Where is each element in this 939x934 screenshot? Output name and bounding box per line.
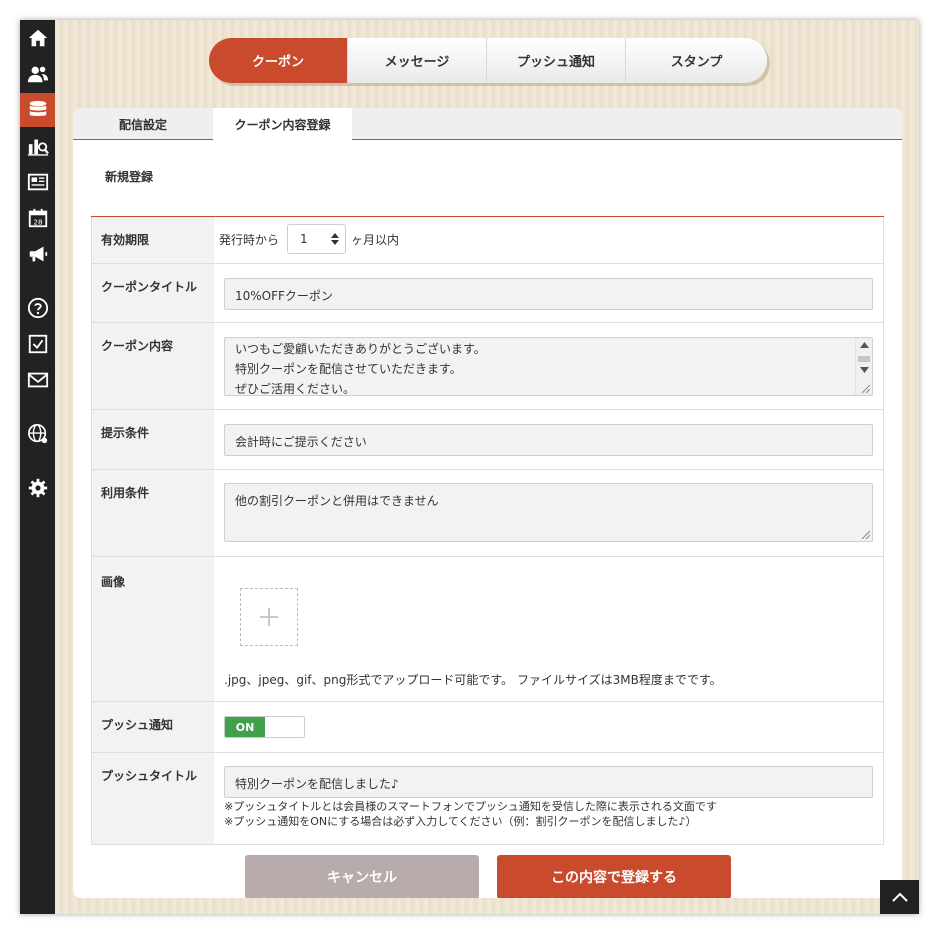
coupon-content-line: いつもご愛顧いただきありがとうございます。 [235,342,486,356]
subtab-delivery-settings[interactable]: 配信設定 [73,108,213,140]
sub-tab-bar: 配信設定 クーポン内容登録 [73,108,902,141]
sidebar-item-help[interactable] [20,291,55,325]
help-icon [27,297,48,319]
scrollbar-thumb[interactable] [858,356,870,362]
image-upload-box[interactable] [240,588,298,646]
megaphone-icon [29,246,47,262]
checkbox-icon [28,334,47,354]
sidebar-item-database[interactable] [20,93,55,127]
chevron-up-icon [891,892,908,902]
row-usage-condition: 利用条件 他の割引クーポンと併用はできません [91,470,884,557]
push-title-label: プッシュタイトル [92,753,214,844]
sidebar-item-news[interactable] [20,165,55,199]
push-notification-label: プッシュ通知 [92,702,214,752]
validity-label: 有効期限 [92,217,214,263]
push-title-note: ※プッシュ通知をONにする場合は必ず入力してください（例：割引クーポンを配信しま… [224,815,697,828]
tab-coupon[interactable]: クーポン [209,38,348,83]
scroll-up-icon[interactable] [860,342,869,348]
coupon-content-line: 特別クーポンを配信させていただきます。 [235,362,462,376]
database-icon [29,100,46,116]
tab-push-notification[interactable]: プッシュ通知 [487,38,626,83]
sidebar: 28 [20,20,55,914]
row-push-title: プッシュタイトル 特別クーポンを配信しました♪ ※プッシュタイトルとは会員様のス… [91,753,884,845]
tab-stamp[interactable]: スタンプ [626,38,767,83]
push-title-input[interactable]: 特別クーポンを配信しました♪ [224,766,873,798]
sidebar-item-analytics[interactable] [20,129,55,163]
row-push-notification: プッシュ通知 ON [91,702,884,753]
row-coupon-content: クーポン内容 いつもご愛顧いただきありがとうございます。 特別クーポンを配信させ… [91,323,884,410]
textarea-scrollbar[interactable] [855,338,872,395]
users-icon [27,66,48,83]
tab-message[interactable]: メッセージ [348,38,487,83]
image-format-note: .jpg、jpeg、gif、png形式でアップロード可能です。 ファイルサイズは… [224,673,722,687]
coupon-content-line: ぜひご活用ください。 [235,382,356,396]
cancel-button[interactable]: キャンセル [245,855,479,898]
sidebar-item-announcements[interactable] [20,237,55,271]
coupon-form: 有効期限 発行時から 1 ヶ月以内 クーポンタイトル 10%OFFクーポン クー… [91,216,884,845]
subtab-coupon-content[interactable]: クーポン内容登録 [213,108,352,141]
scroll-down-icon[interactable] [860,367,869,373]
top-tab-bar: クーポン メッセージ プッシュ通知 スタンプ [209,38,767,83]
coupon-content-textarea[interactable]: いつもご愛顧いただきありがとうございます。 特別クーポンを配信させていただきます… [224,337,873,396]
presentation-condition-label: 提示条件 [92,410,214,469]
sidebar-item-calendar[interactable]: 28 [20,201,55,235]
coupon-title-input[interactable]: 10%OFFクーポン [224,278,873,310]
row-validity: 有効期限 発行時から 1 ヶ月以内 [91,217,884,264]
validity-suffix: ヶ月以内 [351,233,400,247]
push-notification-toggle[interactable]: ON [224,716,305,738]
push-title-note: ※プッシュタイトルとは会員様のスマートフォンでプッシュ通知を受信した際に表示され… [224,800,717,813]
resize-grip-icon[interactable] [861,384,870,393]
content-panel: 配信設定 クーポン内容登録 新規登録 有効期限 発行時から 1 ヶ月以内 クーポ [73,108,902,898]
submit-button[interactable]: この内容で登録する [497,855,731,898]
globe-icon [27,424,47,444]
row-image: 画像 .jpg、jpeg、gif、png形式でアップロード可能です。 ファイルサ… [91,557,884,702]
back-to-top-button[interactable] [880,880,919,914]
coupon-content-label: クーポン内容 [92,323,214,409]
sidebar-item-web[interactable] [20,417,55,451]
sidebar-item-home[interactable] [20,21,55,55]
usage-condition-label: 利用条件 [92,470,214,556]
news-icon [27,173,48,191]
row-presentation-condition: 提示条件 会計時にご提示ください [91,410,884,470]
sidebar-item-settings[interactable] [20,471,55,505]
usage-condition-textarea[interactable]: 他の割引クーポンと併用はできません [224,483,873,542]
sidebar-item-mail[interactable] [20,363,55,397]
analytics-icon [27,139,49,156]
validity-months-value: 1 [300,232,308,246]
validity-months-stepper[interactable]: 1 [287,224,346,254]
plus-icon [260,608,278,626]
section-title: 新規登録 [105,170,154,184]
resize-grip-icon[interactable] [861,530,870,539]
coupon-title-label: クーポンタイトル [92,264,214,322]
home-icon [28,29,47,47]
row-coupon-title: クーポンタイトル 10%OFFクーポン [91,264,884,323]
toggle-on-label: ON [225,717,265,737]
app-frame: 28 クーポン メッセージ プッシュ通知 スタンプ 配信設定 クーポン内容登録 [20,20,919,914]
spinner-arrows-icon [331,233,339,245]
usage-condition-text: 他の割引クーポンと併用はできません [235,494,439,508]
gear-icon [28,478,47,498]
presentation-condition-input[interactable]: 会計時にご提示ください [224,424,873,456]
sidebar-item-users[interactable] [20,57,55,91]
validity-prefix: 発行時から [219,233,280,247]
calendar-icon: 28 [28,208,47,228]
sidebar-item-tasks[interactable] [20,327,55,361]
mail-icon [27,372,48,388]
calendar-badge: 28 [33,217,43,226]
image-label: 画像 [92,557,214,701]
